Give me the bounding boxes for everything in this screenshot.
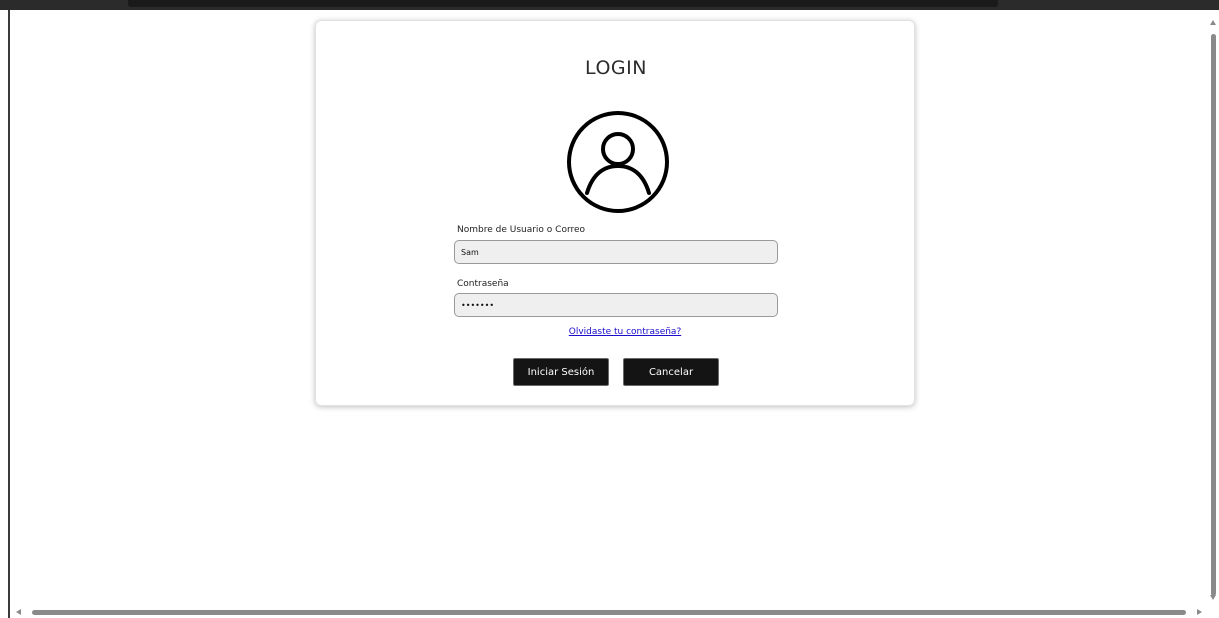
horizontal-scroll-thumb[interactable] — [32, 610, 1186, 615]
scroll-up-icon[interactable] — [1210, 20, 1216, 25]
login-card: LOGIN Nombre de Usuario o Correo Contras… — [315, 20, 915, 406]
vertical-scrollbar[interactable] — [1208, 10, 1219, 608]
top-bar — [0, 0, 1219, 10]
left-border — [8, 10, 10, 618]
top-bar-tab-area — [128, 0, 998, 7]
vertical-scroll-thumb[interactable] — [1211, 34, 1216, 596]
forgot-password-link[interactable]: Olvidaste tu contraseña? — [316, 327, 934, 337]
scroll-right-icon[interactable] — [1197, 609, 1202, 615]
page-title: LOGIN — [585, 57, 647, 79]
username-label: Nombre de Usuario o Correo — [457, 225, 586, 235]
scroll-down-icon[interactable] — [1210, 595, 1216, 600]
password-input[interactable] — [454, 293, 778, 317]
browser-viewport: LOGIN Nombre de Usuario o Correo Contras… — [0, 0, 1219, 618]
login-button[interactable]: Iniciar Sesión — [513, 358, 609, 386]
cancel-button[interactable]: Cancelar — [623, 358, 719, 386]
user-circle-icon — [567, 111, 669, 213]
horizontal-scrollbar[interactable] — [10, 606, 1208, 618]
password-label: Contraseña — [457, 279, 509, 289]
username-input[interactable] — [454, 240, 778, 264]
scroll-left-icon[interactable] — [16, 609, 21, 615]
